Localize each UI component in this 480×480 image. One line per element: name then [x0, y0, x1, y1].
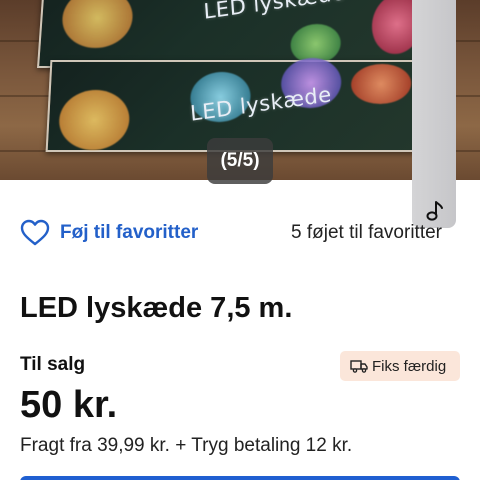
shipping-badge-label: Fiks færdig — [372, 357, 447, 375]
shipping-info: Fragt fra 39,99 kr. + Tryg betaling 12 k… — [20, 435, 353, 456]
product-box-top: LED lyskæde — [36, 0, 425, 68]
overlay-sidebar — [412, 0, 456, 228]
favorites-row: Føj til favoritter 5 føjet til favoritte… — [0, 214, 480, 252]
bulb-image — [350, 64, 413, 104]
listing-title: LED lyskæde 7,5 m. — [20, 292, 293, 324]
add-favorite-button[interactable]: Føj til favoritter — [20, 218, 198, 248]
shipping-badge: Fiks færdig — [340, 351, 460, 381]
truck-icon — [350, 360, 368, 373]
bulb-image — [60, 0, 135, 48]
image-counter: (5/5) — [207, 138, 273, 184]
heart-icon — [20, 219, 50, 246]
box-label: LED lyskæde — [202, 0, 347, 24]
add-favorite-label: Føj til favoritter — [60, 222, 199, 243]
listing-status: Til salg — [20, 354, 86, 375]
listing-price: 50 kr. — [20, 384, 118, 426]
buy-button[interactable] — [20, 476, 460, 480]
bulb-image — [57, 90, 131, 150]
favorite-count: 5 føjet til favoritter — [291, 222, 442, 243]
